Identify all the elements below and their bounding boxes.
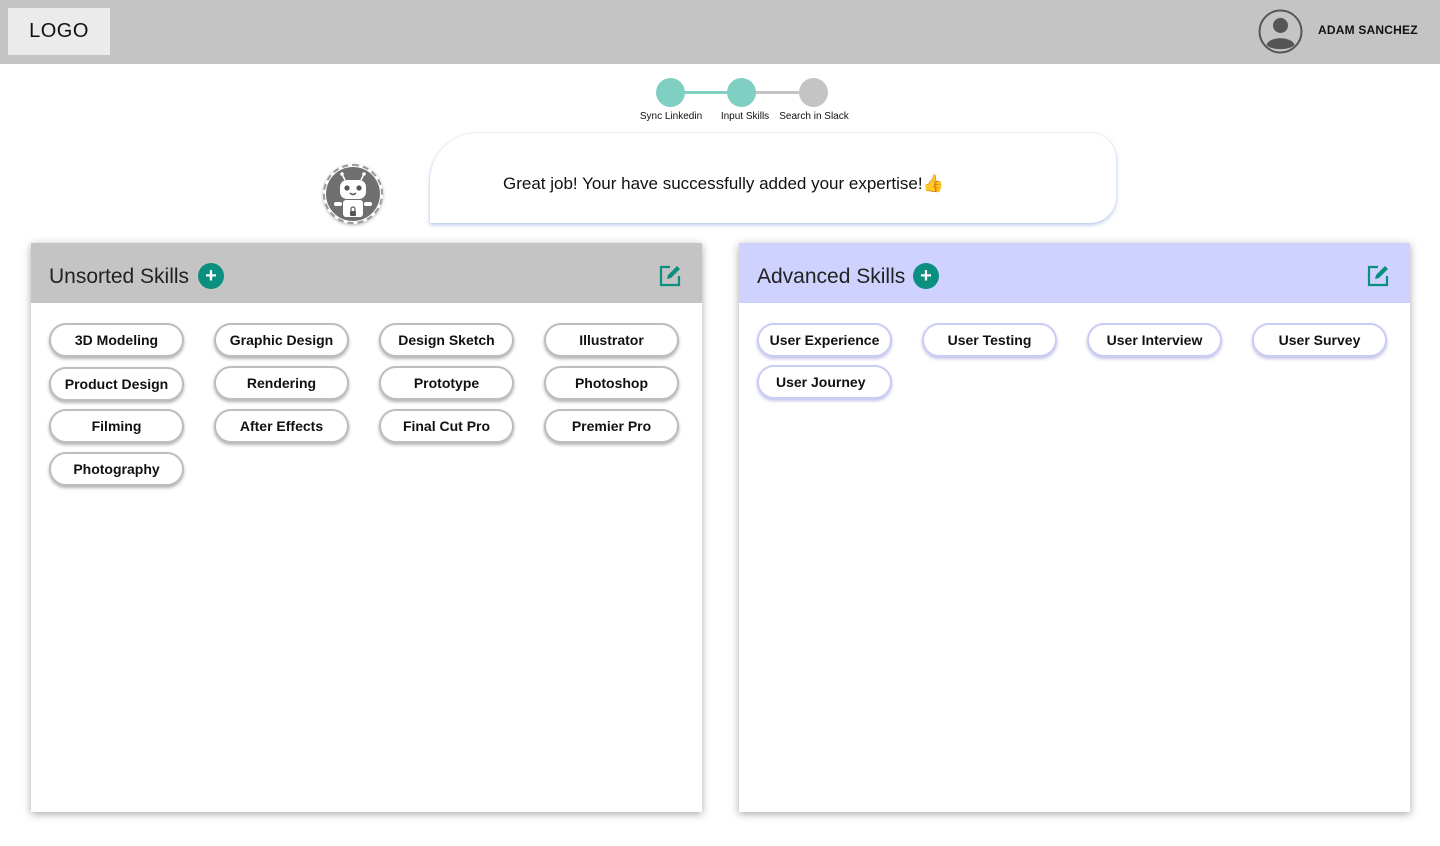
skill-chip[interactable]: Prototype — [379, 366, 514, 400]
skill-chip[interactable]: Filming — [49, 409, 184, 443]
edit-advanced-skills-icon[interactable] — [1366, 264, 1390, 288]
username[interactable]: ADAM SANCHEZ — [1318, 23, 1418, 37]
top-bar: LOGO ADAM SANCHEZ — [0, 0, 1440, 64]
skill-chip[interactable]: Design Sketch — [379, 323, 514, 357]
skill-chip[interactable]: User Experience — [757, 323, 892, 357]
edit-unsorted-skills-icon[interactable] — [658, 264, 682, 288]
step-dot-search-in-slack[interactable] — [799, 78, 828, 107]
step-label-input-skills: Input Skills — [720, 111, 770, 122]
progress-stepper: Sync Linkedin Input Skills Search in Sla… — [630, 76, 870, 128]
skill-chip[interactable]: Photography — [49, 452, 184, 486]
unsorted-skills-header: Unsorted Skills + — [31, 243, 702, 303]
bot-avatar — [323, 164, 383, 224]
skill-chip[interactable]: Premier Pro — [544, 409, 679, 443]
add-advanced-skill-button[interactable]: + — [913, 263, 939, 289]
bot-message-bubble: Great job! Your have successfully added … — [430, 133, 1116, 223]
skill-chip[interactable]: After Effects — [214, 409, 349, 443]
skill-chip[interactable]: User Testing — [922, 323, 1057, 357]
unsorted-skills-title: Unsorted Skills — [49, 265, 190, 288]
step-label-sync-linkedin: Sync Linkedin — [639, 111, 703, 122]
skill-chip[interactable]: User Survey — [1252, 323, 1387, 357]
advanced-skills-panel: Advanced Skills + User Experience User T… — [739, 243, 1410, 812]
skill-chip[interactable]: Final Cut Pro — [379, 409, 514, 443]
skill-chip[interactable]: 3D Modeling — [49, 323, 184, 357]
bot-message-text: Great job! Your have successfully added … — [503, 174, 944, 193]
step-dot-input-skills[interactable] — [727, 78, 756, 107]
unsorted-skills-panel: Unsorted Skills + 3D Modeling Graphic De… — [31, 243, 702, 812]
step-label-search-in-slack: Search in Slack — [779, 111, 849, 122]
skill-chip[interactable]: Illustrator — [544, 323, 679, 357]
skill-chip[interactable]: Rendering — [214, 366, 349, 400]
logo[interactable]: LOGO — [8, 8, 110, 55]
skill-chip[interactable]: Product Design — [49, 367, 184, 401]
step-dot-sync-linkedin[interactable] — [656, 78, 685, 107]
skill-chip[interactable]: Graphic Design — [214, 323, 349, 357]
user-avatar-icon[interactable] — [1258, 9, 1303, 54]
skill-chip[interactable]: User Journey — [757, 365, 892, 399]
robot-icon — [326, 167, 380, 221]
skill-chip[interactable]: User Interview — [1087, 323, 1222, 357]
advanced-skills-title: Advanced Skills — [757, 265, 906, 288]
add-unsorted-skill-button[interactable]: + — [198, 263, 224, 289]
advanced-skills-header: Advanced Skills + — [739, 243, 1410, 303]
skill-chip[interactable]: Photoshop — [544, 366, 679, 400]
